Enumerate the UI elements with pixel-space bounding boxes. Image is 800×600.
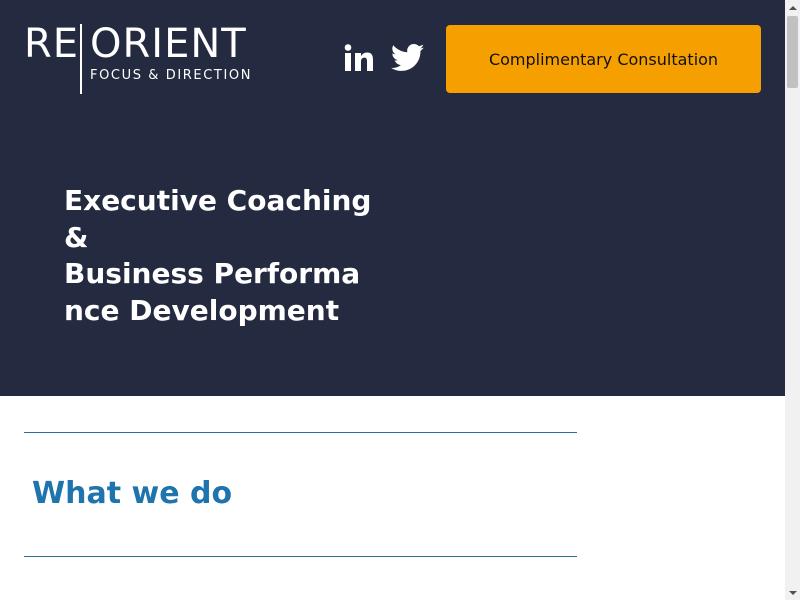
vertical-scrollbar[interactable] xyxy=(785,0,800,600)
twitter-link[interactable] xyxy=(390,40,426,76)
chevron-up-icon xyxy=(788,5,797,10)
linkedin-icon xyxy=(344,44,373,71)
hero-headline-line-2: Business Performance Development xyxy=(64,257,361,327)
logo-text-right: ORIENT xyxy=(90,21,247,67)
page: RE ORIENT FOCUS & DIRECTION Complimentar… xyxy=(0,0,785,600)
twitter-icon xyxy=(391,44,425,71)
complimentary-consultation-button[interactable]: Complimentary Consultation xyxy=(446,25,761,93)
scroll-down-arrow[interactable] xyxy=(785,585,800,600)
section-divider-bottom xyxy=(24,556,577,557)
hero-headline-line-1: Executive Coaching & xyxy=(64,184,372,254)
scrollbar-thumb[interactable] xyxy=(787,16,798,88)
logo-text-left: RE xyxy=(24,21,80,67)
linkedin-link[interactable] xyxy=(341,40,377,76)
section-divider-top xyxy=(24,432,577,433)
chevron-down-icon xyxy=(788,590,797,595)
hero-headline: Executive Coaching & Business Performanc… xyxy=(64,183,380,329)
scroll-up-arrow[interactable] xyxy=(785,0,800,15)
section-title: What we do xyxy=(32,476,233,511)
logo-divider xyxy=(80,24,82,94)
hero-section: RE ORIENT FOCUS & DIRECTION Complimentar… xyxy=(0,0,785,396)
logo-tagline: FOCUS & DIRECTION xyxy=(90,68,253,83)
site-logo[interactable]: RE ORIENT FOCUS & DIRECTION xyxy=(24,22,274,96)
